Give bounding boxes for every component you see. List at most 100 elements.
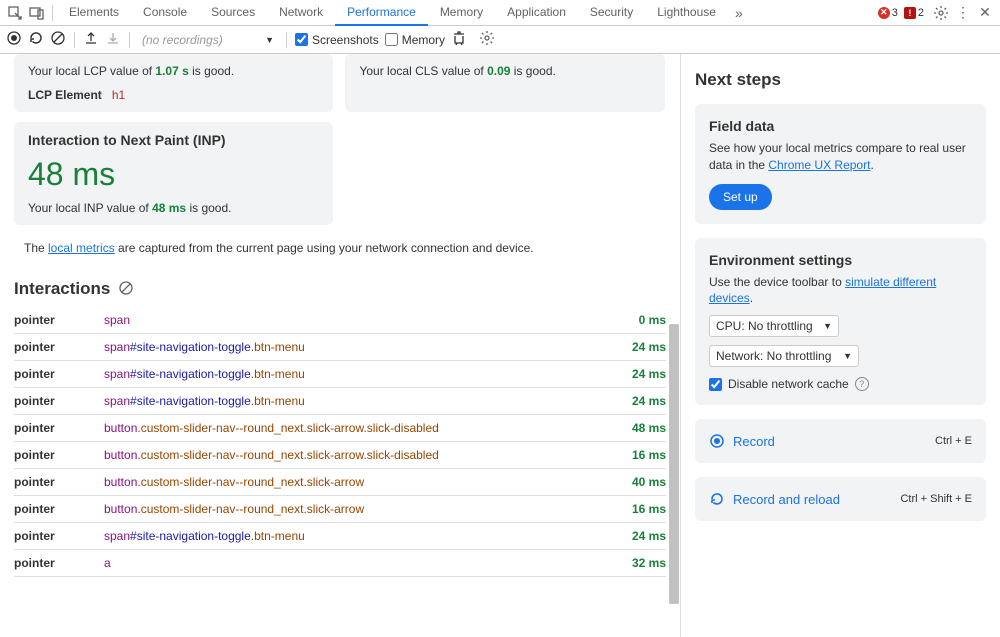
local-metrics-note: The local metrics are captured from the … — [14, 235, 666, 261]
right-panel: Next steps Field data See how your local… — [680, 54, 1000, 637]
left-panel: Your local LCP value of 1.07 s is good. … — [0, 54, 680, 637]
interaction-target: span#site-navigation-toggle.btn-menu — [104, 394, 616, 408]
interaction-row[interactable]: pointerbutton.custom-slider-nav--round_n… — [14, 469, 666, 496]
tab-security[interactable]: Security — [578, 0, 645, 26]
record-shortcut: Ctrl + E — [935, 435, 972, 447]
tab-application[interactable]: Application — [495, 0, 578, 26]
interaction-time: 16 ms — [616, 502, 666, 516]
issues-count[interactable]: !2 — [904, 7, 924, 19]
inspect-element-icon[interactable] — [4, 2, 26, 24]
help-icon[interactable]: ? — [855, 377, 869, 391]
tab-memory[interactable]: Memory — [428, 0, 495, 26]
error-count[interactable]: ✕3 — [878, 7, 898, 19]
interaction-target: span#site-navigation-toggle.btn-menu — [104, 367, 616, 381]
interaction-time: 48 ms — [616, 421, 666, 435]
settings-icon[interactable] — [930, 2, 952, 24]
interaction-target: span#site-navigation-toggle.btn-menu — [104, 529, 616, 543]
record-reload-label: Record and reload — [733, 492, 840, 507]
disable-cache-checkbox[interactable]: Disable network cache ? — [709, 377, 972, 391]
interaction-time: 24 ms — [616, 340, 666, 354]
interaction-row[interactable]: pointerspan#site-navigation-toggle.btn-m… — [14, 523, 666, 550]
interaction-type: pointer — [14, 502, 104, 516]
divider — [129, 32, 130, 48]
garbage-collect-icon[interactable] — [451, 30, 467, 49]
disable-cache-label: Disable network cache — [728, 377, 849, 391]
lcp-element-label: LCP Element — [28, 88, 102, 102]
record-reload-shortcut: Ctrl + Shift + E — [900, 493, 972, 505]
interaction-target: a — [104, 556, 616, 570]
interaction-row[interactable]: pointerbutton.custom-slider-nav--round_n… — [14, 442, 666, 469]
crux-link[interactable]: Chrome UX Report — [768, 158, 870, 172]
local-metrics-link[interactable]: local metrics — [48, 241, 115, 255]
interaction-row[interactable]: pointera32 ms — [14, 550, 666, 577]
upload-icon[interactable] — [83, 30, 99, 49]
more-menu-icon[interactable]: ⋮ — [952, 2, 974, 24]
memory-checkbox[interactable]: Memory — [385, 33, 445, 47]
clear-icon[interactable] — [50, 30, 66, 49]
interaction-type: pointer — [14, 421, 104, 435]
interaction-type: pointer — [14, 475, 104, 489]
interaction-type: pointer — [14, 529, 104, 543]
tab-elements[interactable]: Elements — [57, 0, 131, 26]
screenshots-label: Screenshots — [312, 33, 379, 47]
clear-interactions-icon[interactable] — [118, 280, 134, 299]
interaction-type: pointer — [14, 448, 104, 462]
interaction-type: pointer — [14, 313, 104, 327]
interactions-table: pointerspan0 mspointerspan#site-navigati… — [14, 307, 666, 577]
interaction-time: 40 ms — [616, 475, 666, 489]
screenshots-checkbox[interactable]: Screenshots — [295, 33, 379, 47]
interaction-row[interactable]: pointerspan0 ms — [14, 307, 666, 334]
chevron-down-icon: ▼ — [843, 351, 852, 361]
interaction-target: span — [104, 313, 616, 327]
tab-network[interactable]: Network — [267, 0, 335, 26]
interactions-heading: Interactions — [14, 279, 110, 299]
tab-console[interactable]: Console — [131, 0, 199, 26]
interaction-row[interactable]: pointerspan#site-navigation-toggle.btn-m… — [14, 388, 666, 415]
recordings-select[interactable]: (no recordings) ▼ — [138, 31, 278, 49]
reload-icon[interactable] — [28, 30, 44, 49]
interaction-target: button.custom-slider-nav--round_next.sli… — [104, 475, 616, 489]
tab-lighthouse[interactable]: Lighthouse — [645, 0, 728, 26]
lcp-element-tag[interactable]: h1 — [112, 88, 125, 102]
interaction-row[interactable]: pointerspan#site-navigation-toggle.btn-m… — [14, 361, 666, 388]
scrollbar-thumb[interactable] — [669, 324, 679, 604]
interaction-time: 16 ms — [616, 448, 666, 462]
network-throttle-select[interactable]: Network: No throttling ▼ — [709, 345, 859, 367]
setup-button[interactable]: Set up — [709, 184, 772, 210]
interaction-row[interactable]: pointerspan#site-navigation-toggle.btn-m… — [14, 334, 666, 361]
inp-value: 48 ms — [28, 156, 319, 193]
interaction-target: button.custom-slider-nav--round_next.sli… — [104, 502, 616, 516]
interaction-time: 24 ms — [616, 529, 666, 543]
device-toolbar-icon[interactable] — [26, 2, 48, 24]
interaction-row[interactable]: pointerbutton.custom-slider-nav--round_n… — [14, 496, 666, 523]
record-action[interactable]: Record Ctrl + E — [695, 419, 986, 463]
record-reload-action[interactable]: Record and reload Ctrl + Shift + E — [695, 477, 986, 521]
divider — [74, 32, 75, 48]
interaction-time: 24 ms — [616, 367, 666, 381]
next-steps-heading: Next steps — [695, 70, 986, 90]
interaction-target: button.custom-slider-nav--round_next.sli… — [104, 421, 616, 435]
env-desc: Use the device toolbar to simulate diffe… — [709, 274, 972, 308]
divider — [52, 5, 53, 21]
tab-performance[interactable]: Performance — [335, 0, 428, 26]
more-tabs-icon[interactable]: » — [728, 2, 750, 24]
close-icon[interactable]: ✕ — [974, 2, 996, 24]
cpu-throttle-select[interactable]: CPU: No throttling ▼ — [709, 315, 839, 337]
panel-settings-icon[interactable] — [479, 30, 495, 49]
memory-label: Memory — [402, 33, 445, 47]
chevron-down-icon: ▼ — [265, 35, 274, 45]
interaction-time: 24 ms — [616, 394, 666, 408]
env-title: Environment settings — [709, 252, 972, 268]
recordings-placeholder: (no recordings) — [142, 33, 223, 47]
tab-sources[interactable]: Sources — [199, 0, 267, 26]
interaction-type: pointer — [14, 340, 104, 354]
interaction-time: 32 ms — [616, 556, 666, 570]
download-icon[interactable] — [105, 30, 121, 49]
field-data-desc: See how your local metrics compare to re… — [709, 140, 972, 174]
lcp-card: Your local LCP value of 1.07 s is good. … — [14, 54, 333, 112]
interaction-type: pointer — [14, 556, 104, 570]
interaction-target: span#site-navigation-toggle.btn-menu — [104, 340, 616, 354]
cls-desc: Your local CLS value of 0.09 is good. — [359, 64, 650, 78]
interaction-row[interactable]: pointerbutton.custom-slider-nav--round_n… — [14, 415, 666, 442]
record-icon[interactable] — [6, 30, 22, 49]
